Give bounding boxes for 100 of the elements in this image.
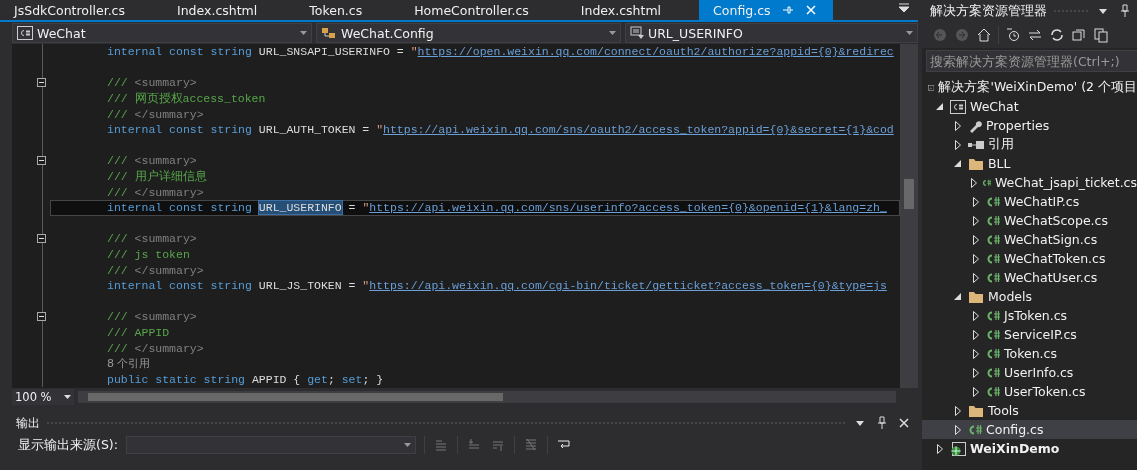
tree-item[interactable]: JsToken.cs [922,306,1137,325]
zoom-dropdown[interactable]: 100 % [12,389,74,405]
tree-item[interactable]: UserToken.cs [922,382,1137,401]
collapse-all-icon[interactable] [1071,27,1087,43]
csharp-file-icon [986,215,1000,226]
tree-item[interactable]: Properties [922,116,1137,135]
vertical-scrollbar[interactable] [900,44,918,388]
collapse-icon [37,312,46,322]
code-line: /// </summary> [107,341,204,355]
code-line: internal const string URL_AUTH_TOKEN = "https://api.weixin.qq.com/sns/oauth2/access_token?appid={0}&secret={1}&cod [107,123,894,137]
code-line: /// <summary> [107,232,197,246]
code-line: /// </summary> [107,185,204,199]
csharp-file-icon [986,348,1000,359]
csharp-file-icon [981,177,991,188]
panel-title: 解决方案资源管理器 [930,2,1047,20]
code-line: /// js token [107,248,190,261]
editor-tab[interactable]: JsSdkController.cs [0,0,139,20]
output-source-label: 显示输出来源(S): [18,436,118,454]
collapsed-arrow-icon [973,215,979,226]
csharp-project-icon [17,26,33,40]
panel-title: 输出 [16,414,40,432]
folder-icon [968,157,984,170]
csharp-file-icon [986,367,1000,378]
collapsed-arrow-icon [955,424,961,435]
history-icon[interactable] [1005,27,1021,43]
expanded-arrow-icon [936,102,944,111]
editor-tab[interactable]: Config.cs [699,0,833,20]
collapsed-arrow-icon [973,348,979,359]
member-dropdown[interactable]: URL_USERINFO [625,23,918,43]
tree-item[interactable]: 解决方案'WeiXinDemo' (2 个项目 [922,78,1137,97]
class-icon [321,26,337,40]
editor-tab[interactable]: HomeController.cs [400,0,543,20]
code-line: internal const string URL_SNSAPI_USERINFO = "https://open.weixin.qq.com/connect/oauth2/authorize?appid={0}&redirec [107,45,894,59]
collapsed-arrow-icon [973,196,979,207]
project-dropdown[interactable]: WeChat [12,23,312,43]
collapsed-arrow-icon [937,443,943,454]
tree-item[interactable]: WeChatIP.cs [922,192,1137,211]
web-project-icon [950,441,966,456]
horizontal-scrollbar[interactable] [78,391,896,403]
refresh-icon[interactable] [1049,27,1065,43]
dropdown-caret-icon [63,395,71,399]
code-line: /// <summary> [107,154,197,168]
folder-icon [968,290,984,303]
collapse-icon [37,78,46,88]
code-line: internal const string URL_JS_TOKEN = "https://api.weixin.qq.com/cgi-bin/ticket/getticket?access_token={0}&type=js [107,279,887,293]
collapsed-arrow-icon [955,139,961,150]
tree-item[interactable]: Token.cs [922,344,1137,363]
dropdown-caret-icon [906,31,913,35]
reference-count[interactable]: 8 个引用 [107,356,151,372]
collapse-icon [37,234,46,244]
dropdown-caret-icon [403,443,411,447]
copy-icon[interactable] [1093,27,1109,43]
tree-item[interactable]: WeChat [922,97,1137,116]
csharp-file-icon [986,196,1000,207]
editor-tab[interactable]: Token.cs [295,0,377,20]
code-line: /// <summary> [107,310,197,324]
tree-item[interactable]: UserInfo.cs [922,363,1137,382]
tree-item[interactable]: WeChatUser.cs [922,268,1137,287]
collapsed-arrow-icon [973,253,979,264]
collapsed-arrow-icon [973,272,979,283]
tree-item[interactable]: WeChat_jsapi_ticket.cs [922,173,1137,192]
editor-tab[interactable]: Index.cshtml [163,0,272,20]
collapsed-arrow-icon [973,386,979,397]
tree-item[interactable]: 引用 [922,135,1137,154]
folder-icon [968,404,984,417]
csharp-file-icon [986,234,1000,245]
collapsed-arrow-icon [970,177,977,188]
tree-item[interactable]: Models [922,287,1137,306]
code-line: /// </summary> [107,107,204,121]
expanded-arrow-icon [954,292,962,301]
type-dropdown[interactable]: WeChat.Config [316,23,621,43]
dropdown-caret-icon [609,31,616,35]
tree-item[interactable]: WeChatScope.cs [922,211,1137,230]
dropdown-caret-icon [300,31,307,35]
collapse-icon [37,156,46,166]
tree-item[interactable]: Tools [922,401,1137,420]
tree-item[interactable]: WeChatToken.cs [922,249,1137,268]
code-line: internal const string URL_USERINFO = "https://api.weixin.qq.com/sns/userinfo?access_token={0}&openid={1}&lang=zh_ [107,201,887,215]
collapsed-arrow-icon [973,329,979,340]
tree-item[interactable]: Config.cs [922,420,1137,439]
sync-icon[interactable] [1027,27,1043,43]
csharp-file-icon [986,272,1000,283]
tree-item[interactable]: BLL [922,154,1137,173]
home-icon[interactable] [976,27,992,43]
collapsed-arrow-icon [955,120,961,131]
references-icon [968,140,984,149]
csharp-file-icon [986,329,1000,340]
tree-item[interactable]: ServiceIP.cs [922,325,1137,344]
csharp-project-icon [950,99,966,114]
tree-item[interactable]: WeChatSign.cs [922,230,1137,249]
editor-tab[interactable]: Index.cshtml [566,0,676,20]
tree-item[interactable]: WeiXinDemo [922,439,1137,458]
csharp-file-icon [986,310,1000,321]
csharp-file-icon [968,424,982,435]
code-line: public static string APPID { get; set; } [107,372,384,386]
field-icon [630,26,644,40]
search-field[interactable]: 搜索解决方案资源管理器(Ctrl+;) [926,50,1137,72]
collapsed-arrow-icon [973,310,979,321]
collapsed-arrow-icon [955,405,961,416]
code-line: /// 网页授权access_token [107,91,266,107]
